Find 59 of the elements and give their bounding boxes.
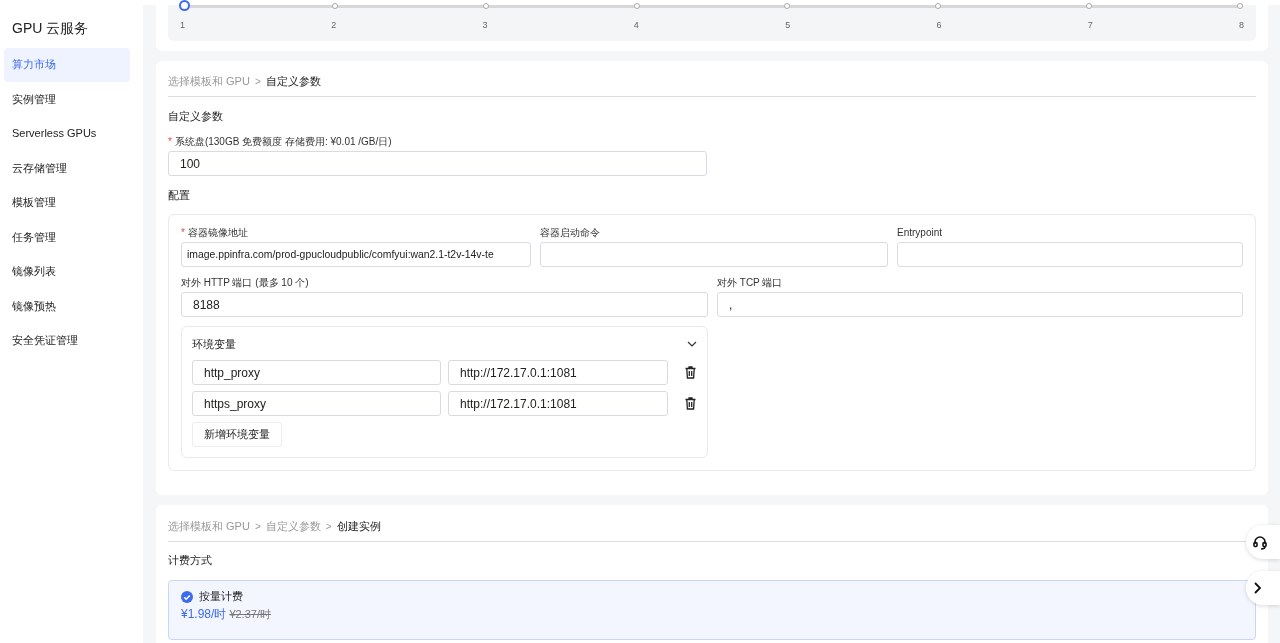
option-label: 按量计费 — [199, 589, 243, 604]
required-mark: * — [168, 136, 172, 147]
input-field[interactable]: https_proxy — [192, 391, 441, 416]
slider-thumb[interactable] — [178, 0, 190, 11]
input-field[interactable]: http://172.17.0.1:1081 — [448, 360, 668, 385]
required-mark: * — [181, 227, 185, 238]
tick-label: 4 — [633, 20, 639, 30]
sidebar-item[interactable]: 模板管理 — [4, 186, 130, 220]
headset-icon — [1252, 534, 1268, 550]
check-circle-icon — [181, 590, 193, 603]
input-field[interactable]: , — [717, 292, 1243, 317]
breadcrumb-item: 自定义参数 — [265, 74, 321, 89]
chevron-down-icon[interactable] — [687, 339, 697, 349]
field-label: 对外 HTTP 端口 (最多 10 个) — [181, 275, 309, 290]
sidebar-item[interactable]: 镜像预热 — [4, 289, 130, 323]
breadcrumb-separator: > — [254, 521, 261, 532]
tick-label: 3 — [482, 20, 488, 30]
tick-label: 7 — [1087, 20, 1093, 30]
input-field[interactable] — [540, 242, 888, 267]
add-env-button[interactable]: 新增环境变量 — [192, 422, 282, 447]
sidebar-item[interactable]: Serverless GPUs — [4, 117, 130, 151]
panel-title: 环境变量 — [192, 336, 236, 352]
tick-label: 2 — [331, 20, 337, 30]
sidebar-item[interactable]: 云存储管理 — [4, 151, 130, 185]
breadcrumb-separator: > — [325, 521, 332, 532]
sidebar-title: GPU 云服务 — [11, 19, 90, 38]
input-field[interactable]: http://172.17.0.1:1081 — [448, 391, 668, 416]
field-label: Entrypoint — [897, 227, 943, 238]
field-label: 容器启动命令 — [540, 225, 600, 240]
price: ¥1.98/时 — [181, 606, 227, 623]
billing-option[interactable]: 按量计费 ¥1.98/时 ¥2.37/时 — [168, 580, 1256, 640]
input-field[interactable]: 100 — [168, 151, 707, 176]
section-title: 配置 — [168, 188, 191, 203]
sidebar-item[interactable]: 实例管理 — [4, 82, 130, 116]
section-title: 自定义参数 — [168, 109, 224, 124]
input-field[interactable]: 8188 — [181, 292, 708, 317]
section-title: 计费方式 — [168, 553, 213, 568]
trash-icon[interactable] — [685, 397, 696, 410]
input-field[interactable]: image.ppinfra.com/prod-gpucloudpublic/comfyui:wan2.1-t2v-14v-te — [181, 242, 531, 267]
breadcrumb-separator: > — [254, 76, 261, 87]
tick-label: 8 — [1238, 20, 1244, 30]
support-button[interactable] — [1246, 525, 1280, 559]
original-price: ¥2.37/时 — [229, 607, 271, 622]
chevron-right-icon — [1252, 581, 1264, 595]
sidebar-item[interactable]: 任务管理 — [4, 220, 130, 254]
breadcrumb-item: 创建实例 — [336, 519, 381, 534]
sidebar-item[interactable]: 镜像列表 — [4, 255, 130, 289]
tick-label: 5 — [785, 20, 791, 30]
tick-label: 6 — [936, 20, 942, 30]
tick-label: 1 — [180, 20, 185, 30]
sidebar-item[interactable]: 安全凭证管理 — [4, 324, 130, 358]
field-label: 对外 TCP 端口 — [717, 275, 783, 290]
field-label: 系统盘(130GB 免费额度 存储费用: ¥0.01 /GB/日) — [174, 134, 392, 149]
sidebar-item[interactable]: 算力市场 — [4, 48, 130, 82]
expand-button[interactable] — [1246, 571, 1280, 605]
trash-icon[interactable] — [685, 366, 696, 379]
input-field[interactable]: http_proxy — [192, 360, 441, 385]
field-label: 容器镜像地址 — [187, 225, 248, 240]
input-field[interactable] — [897, 242, 1243, 267]
